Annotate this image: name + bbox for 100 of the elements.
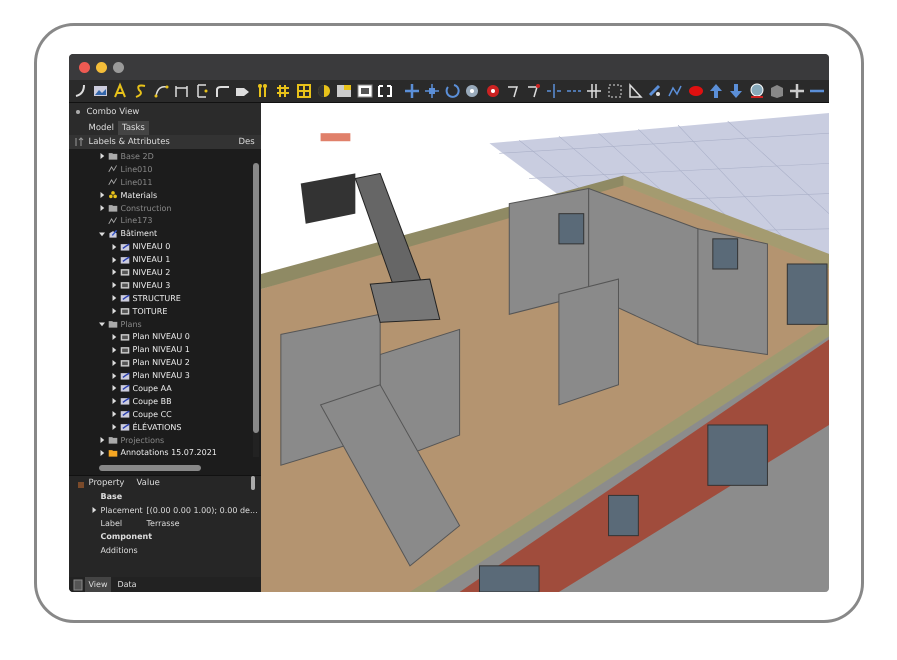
expand-arrow-icon[interactable] <box>110 372 116 379</box>
tree-item[interactable]: NIVEAU 1 <box>132 255 170 264</box>
sheet-icon <box>120 267 130 278</box>
plan-icon <box>120 383 130 394</box>
property-group: Component <box>90 532 152 542</box>
expand-arrow-icon[interactable] <box>90 507 96 514</box>
collapse-arrow-icon[interactable] <box>98 321 104 328</box>
rotate-icon[interactable] <box>443 82 462 100</box>
tab[interactable]: View <box>84 577 112 592</box>
plan-icon <box>120 254 130 265</box>
document-icon[interactable] <box>335 82 354 100</box>
cross-icon[interactable] <box>422 82 441 100</box>
folder-icon <box>108 151 118 162</box>
tree-item[interactable]: Coupe BB <box>132 396 172 406</box>
expand-arrow-icon[interactable] <box>110 244 116 250</box>
expand-arrow-icon[interactable] <box>110 398 116 404</box>
tab[interactable]: Data <box>113 577 141 592</box>
close-button[interactable] <box>78 62 90 72</box>
expand-arrow-icon[interactable] <box>110 269 116 276</box>
mesh-icon[interactable] <box>748 82 766 100</box>
pin-icon[interactable] <box>74 109 80 115</box>
folder-icon <box>108 448 118 458</box>
tree-item[interactable]: Plan NIVEAU 3 <box>132 371 190 380</box>
tree-item[interactable]: TOITURE <box>132 306 168 316</box>
card-icon[interactable] <box>356 82 374 100</box>
tree-item[interactable]: Plan NIVEAU 0 <box>132 332 190 342</box>
expand-arrow-icon[interactable] <box>98 437 104 444</box>
expand-icon[interactable] <box>376 82 394 100</box>
property-value[interactable]: Terrasse <box>146 518 180 528</box>
split-icon[interactable] <box>544 82 563 100</box>
property-value[interactable]: [(0.00 0.00 1.00); 0.00 de... <box>146 506 258 515</box>
column-header[interactable]: Property <box>88 478 132 488</box>
plan-icon <box>120 293 130 304</box>
tree-item[interactable]: Base 2D <box>120 152 154 161</box>
tree-item[interactable]: Line011 <box>120 178 152 187</box>
expand-arrow-icon[interactable] <box>110 295 116 302</box>
folder-icon <box>108 435 118 446</box>
expand-arrow-icon[interactable] <box>98 153 104 160</box>
folder-icon <box>108 319 118 330</box>
expand-arrow-icon[interactable] <box>110 346 116 353</box>
property-name: Additions <box>100 546 139 555</box>
plus-icon[interactable] <box>788 82 806 100</box>
tab[interactable]: Model <box>84 121 118 135</box>
tree-item[interactable]: ÉLÉVATIONS <box>132 422 182 432</box>
plan-icon <box>120 370 130 381</box>
tree-item[interactable]: Construction <box>120 204 172 212</box>
tree-item[interactable]: Line173 <box>120 216 152 226</box>
tree-item[interactable]: Plan NIVEAU 1 <box>132 345 190 354</box>
expand-arrow-icon[interactable] <box>110 308 116 314</box>
tree-item[interactable]: NIVEAU 3 <box>132 280 170 290</box>
tree-item[interactable]: Plan NIVEAU 2 <box>132 358 190 368</box>
polyline-icon <box>108 177 118 188</box>
expand-arrow-icon[interactable] <box>110 256 116 263</box>
house-icon <box>108 228 118 239</box>
frame-icon[interactable] <box>294 82 313 100</box>
sheet-icon <box>120 332 130 342</box>
expand-arrow-icon[interactable] <box>110 411 116 418</box>
polyline-icon <box>108 216 118 226</box>
expand-arrow-icon[interactable] <box>98 205 104 211</box>
tree-item[interactable]: Coupe CC <box>132 410 172 419</box>
tree-item[interactable]: NIVEAU 0 <box>132 242 170 252</box>
expand-arrow-icon[interactable] <box>110 334 116 340</box>
maximize-button[interactable] <box>112 62 124 72</box>
column-header[interactable]: Labels & Attributes <box>88 137 234 147</box>
scrollbar-thumb[interactable] <box>98 465 200 471</box>
tree-item[interactable]: NIVEAU 2 <box>132 268 170 277</box>
tab[interactable]: Tasks <box>118 121 149 135</box>
tree-item[interactable]: STRUCTURE <box>132 294 181 303</box>
property-name: Label <box>100 518 124 528</box>
expand-arrow-icon[interactable] <box>110 424 116 430</box>
scrollbar-thumb[interactable] <box>250 476 254 490</box>
sheet-icon <box>120 358 130 368</box>
plus-icon[interactable] <box>402 82 421 100</box>
sort-icon <box>72 136 84 148</box>
property-name: Placement <box>100 506 144 515</box>
expand-arrow-icon[interactable] <box>110 282 116 288</box>
plan-icon <box>120 242 130 252</box>
expand-arrow-icon[interactable] <box>110 385 116 392</box>
expand-arrow-icon[interactable] <box>110 360 116 366</box>
tree-item[interactable]: Bâtiment <box>120 229 158 238</box>
tree-item[interactable]: Plans <box>120 320 142 329</box>
minimize-button[interactable] <box>96 62 106 72</box>
tree-item[interactable]: Coupe AA <box>132 384 172 393</box>
tree-item[interactable]: Materials <box>120 190 158 200</box>
column-header[interactable]: Des <box>238 137 260 147</box>
parallel-icon[interactable] <box>585 82 604 100</box>
plan-icon <box>120 409 130 420</box>
tree-item[interactable]: Annotations 15.07.2021 <box>120 448 217 458</box>
panel-title: Combo View <box>86 107 140 117</box>
tree-item[interactable]: Projections <box>120 436 164 445</box>
panel-icon[interactable] <box>72 578 82 590</box>
folder-icon <box>108 203 118 213</box>
select-icon[interactable] <box>606 82 624 100</box>
column-header[interactable]: Value <box>136 478 246 488</box>
expand-arrow-icon[interactable] <box>98 450 104 456</box>
expand-arrow-icon[interactable] <box>98 192 104 198</box>
tree-item[interactable]: Line010 <box>120 164 152 174</box>
collapse-arrow-icon[interactable] <box>98 230 104 237</box>
arrow-up-icon[interactable] <box>707 82 725 100</box>
property-group: Base <box>90 492 122 502</box>
